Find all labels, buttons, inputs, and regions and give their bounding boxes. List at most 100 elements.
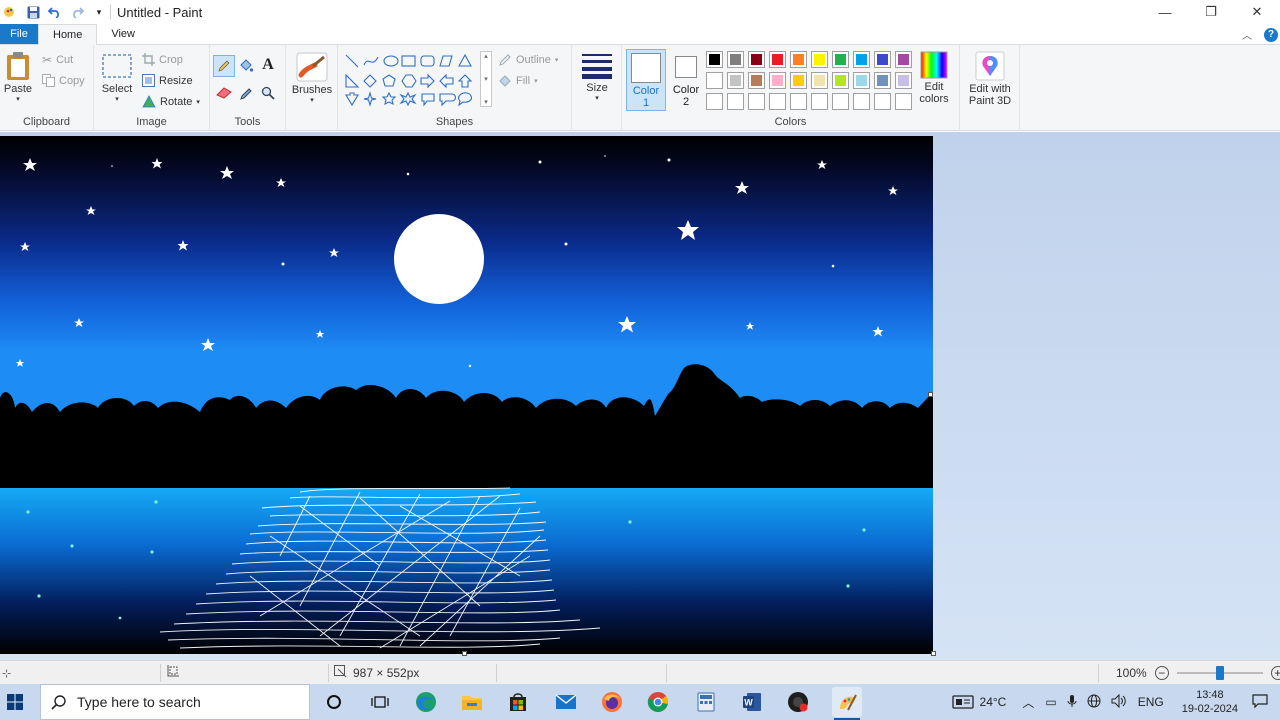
custom-color-slot[interactable]	[790, 93, 807, 110]
start-button[interactable]	[0, 684, 30, 720]
calculator-app-icon[interactable]	[694, 690, 718, 714]
custom-color-slot[interactable]	[748, 93, 765, 110]
firefox-icon[interactable]	[600, 690, 624, 714]
cut-button[interactable]: ✂ Cut	[42, 53, 73, 67]
rotate-dropdown-icon[interactable]: ▾	[196, 98, 200, 106]
resize-handle-right[interactable]	[928, 392, 933, 397]
microphone-icon[interactable]	[1067, 694, 1077, 711]
custom-color-slot[interactable]	[832, 93, 849, 110]
custom-color-slot[interactable]	[769, 93, 786, 110]
custom-color-slot[interactable]	[895, 93, 912, 110]
scroll-up-icon[interactable]: ▴	[484, 52, 488, 60]
custom-color-slot[interactable]	[874, 93, 891, 110]
fill-button[interactable]: Fill ▾	[498, 74, 538, 88]
select-dropdown-icon[interactable]: ▾	[115, 95, 119, 103]
show-hidden-icons-chevron-icon[interactable]: ︿	[1022, 694, 1034, 711]
pencil-tool-icon[interactable]	[213, 55, 235, 77]
edge-browser-icon[interactable]	[414, 690, 438, 714]
resize-button[interactable]: Resize	[142, 74, 193, 87]
file-explorer-icon[interactable]	[460, 690, 484, 714]
palette-swatch[interactable]	[874, 72, 891, 89]
palette-swatch[interactable]	[832, 51, 849, 68]
color2-button[interactable]: Color 2	[668, 49, 704, 111]
network-globe-icon[interactable]	[1087, 694, 1101, 711]
tab-home[interactable]: Home	[38, 24, 98, 45]
notification-icon[interactable]	[1252, 693, 1268, 712]
palette-swatch[interactable]	[832, 72, 849, 89]
palette-swatch[interactable]	[706, 51, 723, 68]
select-button[interactable]: Select ▾	[100, 53, 134, 103]
crop-button[interactable]: Crop	[142, 53, 183, 66]
palette-swatch[interactable]	[769, 72, 786, 89]
brushes-button[interactable]: Brushes ▾	[291, 51, 333, 104]
color-picker-icon[interactable]	[238, 84, 256, 102]
language-indicator[interactable]: ENG	[1138, 695, 1164, 709]
task-view-icon[interactable]	[368, 690, 392, 714]
color1-button[interactable]: Color 1	[626, 49, 666, 111]
customize-toolbar-chevron-icon[interactable]: ▾	[92, 5, 106, 19]
palette-swatch[interactable]	[769, 51, 786, 68]
undo-icon[interactable]	[48, 5, 62, 19]
volume-icon[interactable]	[1111, 693, 1127, 711]
drawing-canvas[interactable]	[0, 136, 933, 654]
size-dropdown-icon[interactable]: ▾	[595, 94, 599, 102]
magnifier-icon[interactable]	[259, 84, 277, 102]
scroll-down-icon[interactable]: ▾	[484, 75, 488, 83]
eraser-icon[interactable]	[215, 84, 233, 102]
close-button[interactable]: ✕	[1234, 0, 1280, 24]
custom-color-slot[interactable]	[727, 93, 744, 110]
palette-swatch[interactable]	[748, 51, 765, 68]
save-icon[interactable]	[26, 5, 40, 19]
brushes-dropdown-icon[interactable]: ▾	[310, 96, 314, 104]
clock[interactable]: 13:48 19-02-2024	[1182, 688, 1238, 716]
chrome-icon[interactable]	[646, 690, 670, 714]
minimize-button[interactable]: —	[1142, 0, 1188, 24]
palette-swatch[interactable]	[748, 72, 765, 89]
palette-swatch[interactable]	[811, 51, 828, 68]
paste-dropdown-icon[interactable]: ▾	[16, 95, 20, 103]
word-icon[interactable]: W	[740, 690, 764, 714]
onedrive-icon[interactable]: ▭	[1045, 695, 1056, 709]
outline-button[interactable]: Outline ▾	[498, 53, 558, 67]
redo-icon[interactable]	[70, 5, 84, 19]
zoom-out-button[interactable]: −	[1154, 666, 1169, 680]
zoom-slider-thumb[interactable]	[1215, 666, 1224, 680]
custom-color-slot[interactable]	[706, 93, 723, 110]
resize-handle-bottom[interactable]	[462, 651, 467, 656]
palette-swatch[interactable]	[895, 51, 912, 68]
palette-swatch[interactable]	[706, 72, 723, 89]
size-button[interactable]: Size ▾	[578, 51, 616, 102]
microsoft-store-icon[interactable]	[506, 690, 530, 714]
resize-handle-corner[interactable]	[931, 651, 936, 656]
fill-bucket-icon[interactable]	[237, 57, 255, 75]
camera-recorder-icon[interactable]	[786, 690, 810, 714]
edit-colors-button[interactable]: Edit colors	[914, 51, 954, 105]
help-icon[interactable]: ?	[1264, 27, 1278, 42]
fill-dropdown-icon[interactable]: ▾	[534, 77, 538, 85]
palette-swatch[interactable]	[727, 72, 744, 89]
custom-color-slot[interactable]	[853, 93, 870, 110]
custom-color-slot[interactable]	[811, 93, 828, 110]
zoom-slider[interactable]	[1176, 666, 1263, 680]
shapes-scroll[interactable]: ▴ ▾ ▾	[480, 51, 492, 107]
taskbar-search-box[interactable]: Type here to search	[40, 684, 310, 720]
expand-gallery-icon[interactable]: ▾	[484, 98, 488, 106]
collapse-ribbon-icon[interactable]: ︿	[1242, 27, 1252, 42]
shapes-gallery[interactable]	[342, 51, 482, 109]
palette-swatch[interactable]	[874, 51, 891, 68]
outline-dropdown-icon[interactable]: ▾	[555, 56, 559, 64]
palette-swatch[interactable]	[895, 72, 912, 89]
cortana-icon[interactable]	[322, 690, 346, 714]
rotate-button[interactable]: Rotate ▾	[142, 95, 200, 108]
text-tool-icon[interactable]: A	[259, 56, 277, 74]
palette-swatch[interactable]	[790, 51, 807, 68]
tab-file[interactable]: File	[0, 24, 38, 44]
maximize-button[interactable]: ❐	[1188, 0, 1234, 24]
mail-icon[interactable]	[554, 690, 578, 714]
palette-swatch[interactable]	[811, 72, 828, 89]
palette-swatch[interactable]	[727, 51, 744, 68]
palette-swatch[interactable]	[790, 72, 807, 89]
tab-view[interactable]: View	[97, 24, 149, 44]
paint-app-icon[interactable]	[4, 5, 18, 19]
palette-swatch[interactable]	[853, 51, 870, 68]
